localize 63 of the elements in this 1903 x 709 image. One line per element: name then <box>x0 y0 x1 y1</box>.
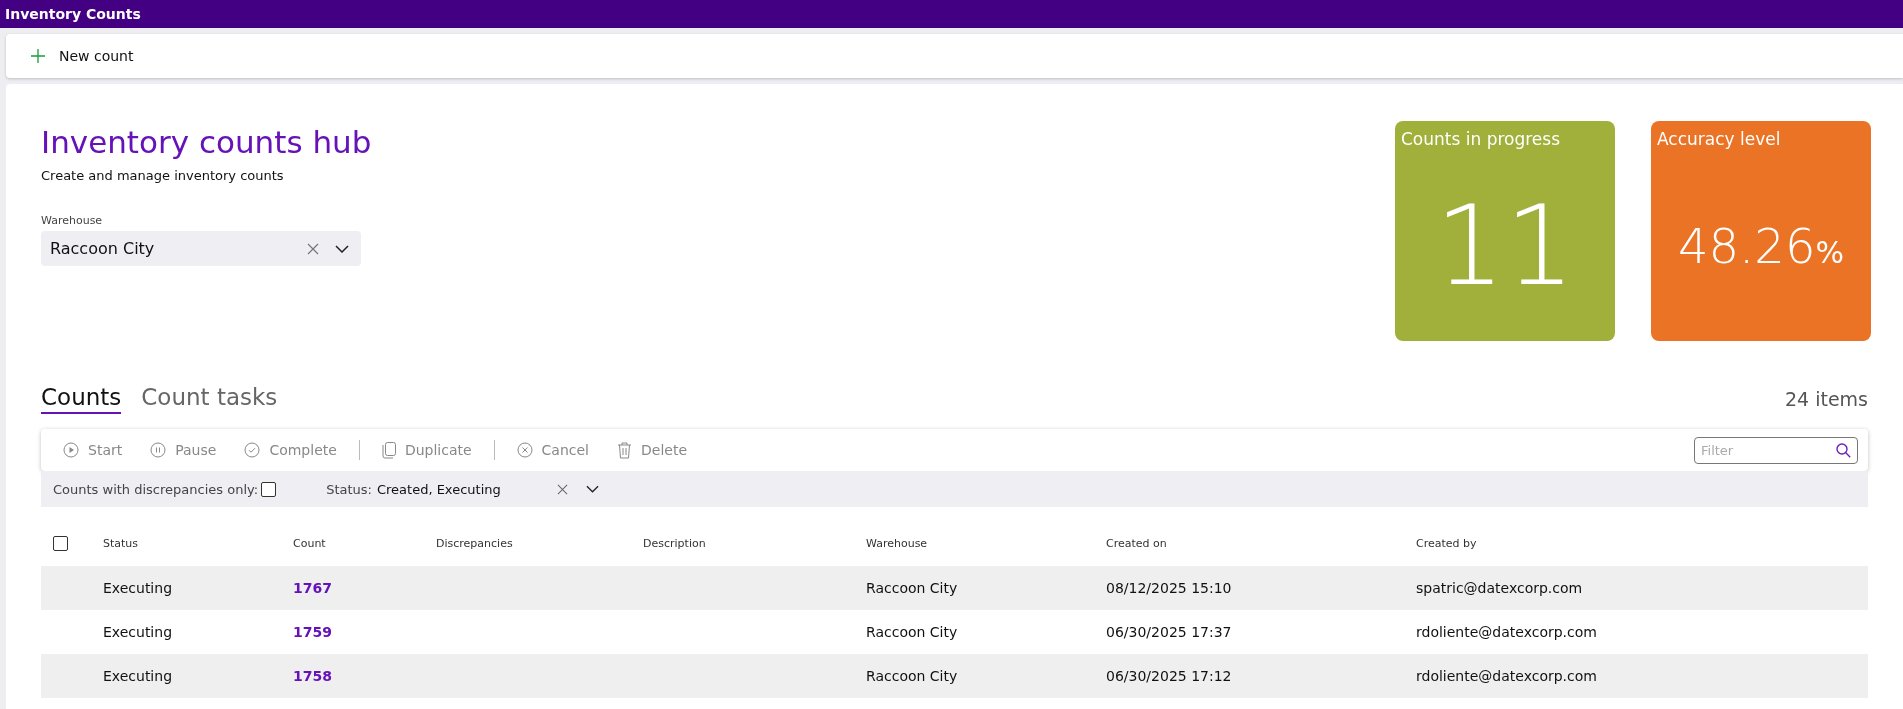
column-header[interactable]: Description <box>643 537 706 550</box>
table-cell: Raccoon City <box>866 668 958 684</box>
cancel-icon <box>516 442 533 458</box>
table-cell: Raccoon City <box>866 580 958 596</box>
table-cell: rdoliente@datexcorp.com <box>1416 624 1597 640</box>
count-link[interactable]: 1759 <box>293 624 332 640</box>
pause-icon <box>150 442 167 458</box>
tile-title: Accuracy level <box>1656 128 1782 151</box>
column-header[interactable]: Warehouse <box>866 537 928 550</box>
checkbox[interactable] <box>261 481 277 497</box>
table-cell: Executing <box>103 668 173 684</box>
pause-button[interactable]: Pause <box>140 438 227 462</box>
tab[interactable]: Count tasks <box>141 384 278 414</box>
table-cell: Raccoon City <box>866 624 958 640</box>
search-icon <box>1836 442 1851 458</box>
column-header[interactable]: Created by <box>1416 537 1477 550</box>
check-circle-icon <box>244 442 261 458</box>
page-title: Inventory counts hub <box>41 124 372 160</box>
filter-label: Counts with discrepancies only: <box>53 481 259 497</box>
copy-button[interactable]: Duplicate <box>371 437 482 463</box>
new-count-button[interactable]: New count <box>24 44 140 68</box>
warehouse-dropdown[interactable]: Raccoon City <box>41 231 361 266</box>
column-header[interactable]: Count <box>293 537 326 550</box>
window-title: Inventory Counts <box>5 6 141 22</box>
column-header[interactable]: Status <box>103 537 139 550</box>
table-cell: Executing <box>103 580 173 596</box>
table-cell: Executing <box>103 624 173 640</box>
table-row[interactable]: Executing 1767 Raccoon City 08/12/2025 15:10 spatric@datexcorp.com <box>41 566 1868 610</box>
filter-label: Status: <box>326 481 372 497</box>
tile-unit: % <box>1815 234 1844 270</box>
play-button[interactable]: Start <box>53 438 133 462</box>
column-header[interactable]: Created on <box>1106 537 1167 550</box>
field-label: Warehouse <box>41 214 104 227</box>
check-button[interactable]: Complete <box>234 438 347 462</box>
tile-title: Counts in progress <box>1400 128 1562 151</box>
table-cell: rdoliente@datexcorp.com <box>1416 668 1597 684</box>
clear-icon[interactable] <box>556 483 568 495</box>
trash-icon <box>617 441 632 459</box>
count-link[interactable]: 1767 <box>293 580 332 596</box>
status-filter-value[interactable]: Created, Executing <box>376 481 557 497</box>
column-header[interactable]: Discrepancies <box>436 537 513 550</box>
tab[interactable]: Counts <box>41 384 122 414</box>
clear-icon[interactable] <box>307 242 319 255</box>
plus-icon <box>30 48 46 64</box>
copy-icon <box>381 441 396 459</box>
table-cell: 06/30/2025 17:12 <box>1106 668 1232 684</box>
cancel-button[interactable]: Cancel <box>506 438 599 462</box>
chevron-down-icon[interactable] <box>335 244 349 253</box>
select-all-checkbox[interactable] <box>53 536 68 551</box>
table-row[interactable]: Executing 1758 Raccoon City 06/30/2025 17:12 rdoliente@datexcorp.com <box>41 654 1868 698</box>
chevron-down-icon[interactable] <box>585 485 599 493</box>
filter-field[interactable]: Filter <box>1694 436 1858 464</box>
table-cell: 06/30/2025 17:37 <box>1106 624 1232 640</box>
item-count: 24 items <box>1784 388 1868 412</box>
tile-value: 48.26 <box>1678 222 1816 270</box>
count-link[interactable]: 1758 <box>293 668 332 684</box>
table-row[interactable]: Executing 1759 Raccoon City 06/30/2025 17:37 rdoliente@datexcorp.com <box>41 610 1868 654</box>
table-cell: 08/12/2025 15:10 <box>1106 580 1232 596</box>
play-icon <box>63 442 79 458</box>
delete-button[interactable]: Delete <box>607 437 697 463</box>
tile-value: 11 <box>1435 191 1575 301</box>
table-cell: spatric@datexcorp.com <box>1416 580 1583 596</box>
page-subtitle: Create and manage inventory counts <box>41 168 285 183</box>
